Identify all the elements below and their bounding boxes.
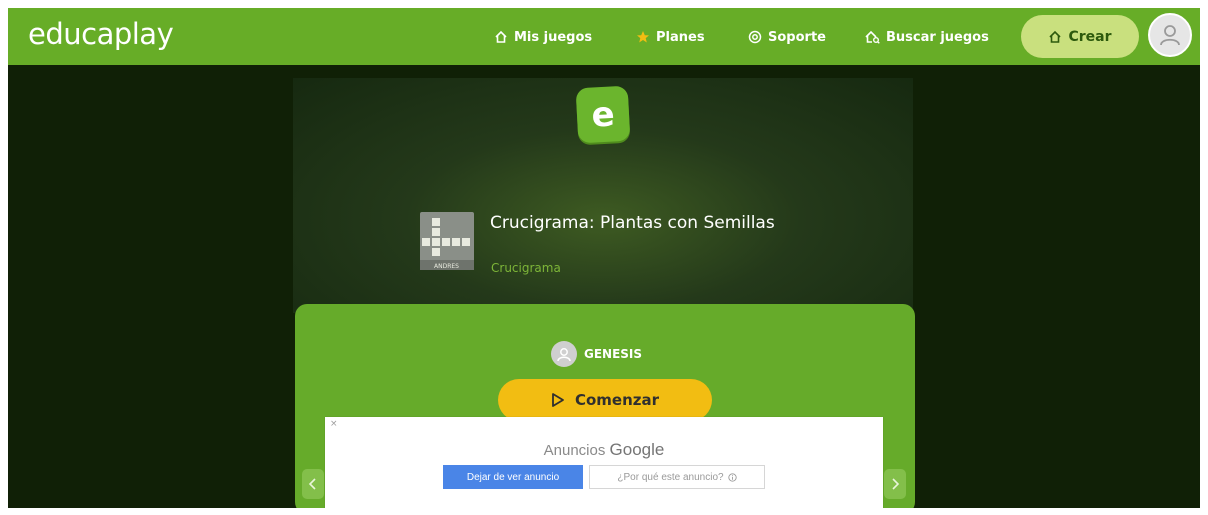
why-this-ad-button[interactable]: ¿Por qué este anuncio?	[589, 465, 765, 489]
create-icon	[1049, 30, 1062, 43]
thumbnail-caption: ANDRES	[434, 263, 459, 270]
game-type: Crucigrama	[491, 261, 561, 275]
nav-my-games[interactable]: Mis juegos	[494, 27, 592, 47]
start-button[interactable]: Comenzar	[498, 379, 712, 421]
top-navigation-bar: educaplay Mis juegos Planes Soporte Busc…	[8, 8, 1200, 65]
educaplay-e-logo: e	[575, 85, 631, 144]
author-avatar	[551, 341, 577, 367]
ad-close-icon[interactable]: ×	[330, 419, 338, 429]
user-icon	[1160, 25, 1180, 46]
game-title: Crucigrama: Plantas con Semillas	[490, 213, 775, 233]
chevron-right-icon	[892, 478, 900, 490]
user-icon	[557, 348, 571, 362]
home-icon	[495, 30, 507, 43]
support-icon	[748, 30, 762, 44]
create-button[interactable]: Crear	[1021, 15, 1139, 58]
search-games-icon	[865, 30, 880, 44]
right-panel-button[interactable]	[884, 469, 906, 499]
left-panel-button[interactable]	[302, 469, 324, 499]
crossword-thumbnail: ANDRES	[420, 212, 474, 270]
google-ad-overlay: × Anuncios Google Dejar de ver anuncio ¿…	[325, 417, 883, 508]
crossword-grid-icon: ANDRES	[420, 218, 474, 270]
ad-brand: Google	[609, 440, 665, 459]
nav-plans-label: Planes	[656, 29, 705, 45]
chevron-left-icon	[308, 478, 316, 490]
star-icon	[637, 31, 649, 43]
nav-plans[interactable]: Planes	[636, 27, 705, 47]
play-icon	[552, 393, 564, 407]
ad-label: Anuncios	[543, 442, 606, 459]
nav-support-label: Soporte	[768, 29, 826, 45]
user-avatar[interactable]	[1148, 13, 1192, 57]
author-info[interactable]: GENESIS	[551, 341, 642, 367]
stop-seeing-ad-button[interactable]: Dejar de ver anuncio	[443, 465, 583, 489]
educaplay-logo[interactable]: educaplay	[28, 17, 174, 51]
ad-title: Anuncios Google	[325, 440, 883, 460]
nav-search-games[interactable]: Buscar juegos	[864, 27, 989, 47]
create-button-label: Crear	[1068, 28, 1112, 45]
start-button-label: Comenzar	[574, 391, 660, 409]
author-name: GENESIS	[584, 347, 643, 361]
why-this-ad-label: ¿Por qué este anuncio?	[617, 471, 724, 483]
nav-search-games-label: Buscar juegos	[886, 29, 989, 45]
app-frame: educaplay Mis juegos Planes Soporte Busc…	[8, 8, 1200, 508]
nav-support[interactable]: Soporte	[748, 27, 826, 47]
nav-my-games-label: Mis juegos	[514, 29, 593, 45]
info-icon	[727, 472, 737, 482]
